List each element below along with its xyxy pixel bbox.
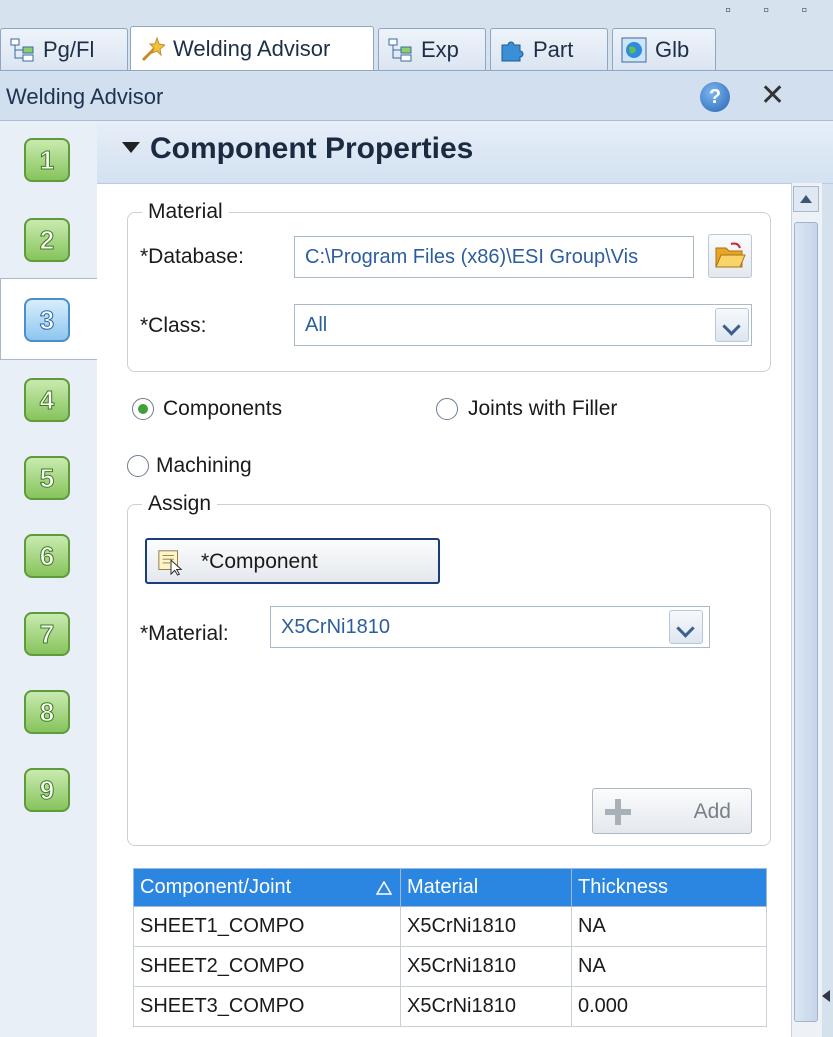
material-label: *Material:	[140, 622, 229, 645]
tab-label: Pg/Fl	[43, 36, 95, 62]
sort-ascending-icon	[376, 881, 392, 895]
tab-label: Glb	[655, 36, 690, 62]
tab-glb[interactable]: Glb	[612, 28, 716, 70]
components-radio[interactable]	[132, 398, 154, 420]
step-5-button[interactable]: 5	[24, 456, 70, 500]
database-field[interactable]: C:\Program Files (x86)\ESI Group\Vis	[294, 236, 694, 278]
tab-label: Welding Advisor	[173, 35, 331, 61]
step-4-button[interactable]: 4	[24, 378, 70, 422]
tab-divider	[0, 70, 833, 71]
material-dropdown-arrow-icon[interactable]	[669, 610, 703, 644]
tab-label: Exp	[421, 36, 459, 62]
table-row[interactable]: SHEET2_COMPO X5CrNi1810 NA	[133, 946, 767, 987]
add-button[interactable]: Add	[592, 788, 752, 834]
cell-component: SHEET1_COMPO	[133, 906, 401, 947]
add-button-label: Add	[693, 800, 731, 823]
material-group: Material	[127, 200, 771, 372]
tab-part[interactable]: Part	[490, 28, 608, 70]
material-select[interactable]: X5CrNi1810	[270, 606, 710, 648]
globe-icon	[621, 37, 647, 62]
step-3-button[interactable]: 3	[24, 298, 70, 342]
tab-pg-fl[interactable]: Pg/Fl	[0, 28, 128, 70]
assign-legend: Assign	[148, 492, 212, 515]
panel-title: Welding Advisor	[6, 84, 164, 109]
help-icon[interactable]: ?	[700, 82, 730, 112]
joints-with-filler-label[interactable]: Joints with Filler	[468, 397, 617, 421]
cell-material: X5CrNi1810	[400, 906, 572, 947]
tree-icon	[388, 38, 412, 61]
class-select[interactable]: All	[294, 304, 752, 346]
machining-radio[interactable]	[127, 455, 149, 477]
table-row[interactable]: SHEET3_COMPO X5CrNi1810 0.000	[133, 986, 767, 1027]
magic-wand-icon	[141, 35, 165, 61]
column-header-label: Component/Joint	[140, 876, 292, 898]
cell-component: SHEET2_COMPO	[133, 946, 401, 987]
cell-material: X5CrNi1810	[400, 986, 572, 1027]
cell-thickness: 0.000	[571, 986, 767, 1027]
column-header-material[interactable]: Material	[400, 868, 572, 907]
puzzle-piece-icon	[501, 41, 524, 61]
column-header-component-joint[interactable]: Component/Joint	[133, 868, 401, 907]
step-6-button[interactable]: 6	[24, 534, 70, 578]
select-cursor-icon	[158, 550, 183, 576]
machining-radio-label[interactable]: Machining	[156, 454, 252, 478]
plus-icon	[605, 799, 631, 825]
close-icon[interactable]: ✕	[760, 78, 785, 113]
class-label: *Class:	[140, 314, 207, 337]
material-legend: Material	[148, 200, 223, 223]
component-button-label: *Component	[201, 550, 318, 573]
step-8-button[interactable]: 8	[24, 690, 70, 734]
component-button[interactable]: *Component	[145, 538, 440, 584]
joints-with-filler-radio[interactable]	[436, 398, 458, 420]
step-1-button[interactable]: 1	[24, 138, 70, 182]
step-7-button[interactable]: 7	[24, 612, 70, 656]
column-header-thickness[interactable]: Thickness	[571, 868, 767, 907]
class-dropdown-arrow-icon[interactable]	[715, 308, 749, 342]
collapse-left-icon[interactable]	[822, 990, 830, 1002]
cell-material: X5CrNi1810	[400, 946, 572, 987]
browse-button[interactable]	[708, 234, 752, 278]
components-radio-label[interactable]: Components	[163, 397, 282, 421]
tab-welding-advisor[interactable]: Welding Advisor	[130, 26, 374, 70]
window-controls[interactable]: ▫ ▫ ▫	[725, 2, 821, 20]
tree-icon	[10, 38, 34, 61]
collapse-triangle-icon[interactable]	[122, 142, 140, 153]
cell-thickness: NA	[571, 906, 767, 947]
cell-component: SHEET3_COMPO	[133, 986, 401, 1027]
cell-thickness: NA	[571, 946, 767, 987]
table-header-row: Component/Joint Material Thickness	[133, 868, 767, 907]
step-9-button[interactable]: 9	[24, 768, 70, 812]
table-row[interactable]: SHEET1_COMPO X5CrNi1810 NA	[133, 906, 767, 947]
tab-label: Part	[533, 36, 574, 62]
database-label: *Database:	[140, 245, 244, 268]
tab-exp[interactable]: Exp	[378, 28, 486, 70]
scroll-up-icon[interactable]	[793, 186, 819, 212]
assignment-table: Component/Joint Material Thickness SHEET…	[133, 868, 767, 1027]
step-2-button[interactable]: 2	[24, 218, 70, 262]
open-folder-icon	[715, 242, 746, 268]
section-title: Component Properties	[150, 132, 474, 165]
scrollbar-thumb[interactable]	[794, 222, 818, 1022]
